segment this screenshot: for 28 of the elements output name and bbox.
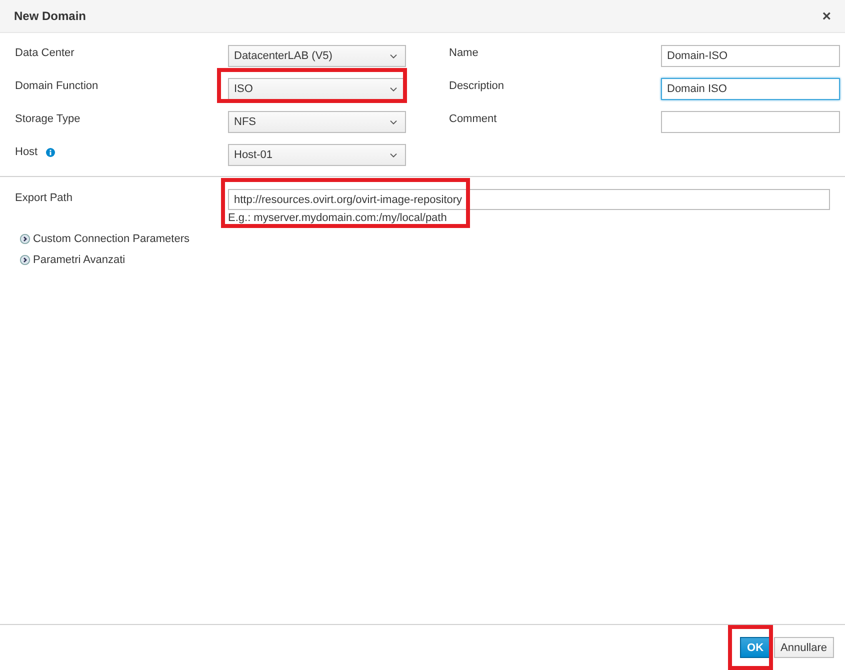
field-label: Storage Type — [15, 113, 80, 125]
field-label: Export Path — [15, 191, 74, 206]
field-label: Host — [15, 146, 38, 158]
caret-icon — [390, 152, 397, 158]
cancel-button[interactable]: Annullare — [774, 637, 834, 658]
dropdown[interactable]: DatacenterLAB (V5) — [228, 45, 406, 67]
dialog-title: New Domain — [14, 9, 86, 23]
dropdown[interactable]: ISO — [228, 78, 406, 100]
text-field[interactable]: Domain ISO — [661, 78, 840, 100]
caret-icon — [390, 86, 397, 92]
field-label: Name — [449, 47, 478, 59]
dropdown[interactable]: NFS — [228, 111, 406, 133]
caret-icon — [390, 54, 397, 58]
expand-icon — [20, 234, 30, 244]
field-label: Comment — [449, 113, 497, 125]
expand-icon — [20, 255, 30, 265]
caret-icon — [390, 120, 397, 124]
expander-link[interactable]: Parametri Avanzati — [20, 254, 830, 266]
expander-link[interactable]: Custom Connection Parameters — [20, 233, 830, 245]
close-button[interactable]: × — [822, 8, 831, 24]
field-label: Domain Function — [15, 80, 98, 92]
text-field[interactable]: http://resources.ovirt.org/ovirt-image-repository — [228, 189, 830, 210]
field-label: Description — [449, 80, 504, 92]
field-label: Data Center — [15, 47, 74, 59]
dropdown[interactable]: Host-01 — [228, 144, 406, 166]
text-field[interactable] — [661, 111, 840, 133]
hint-text: E.g.: myserver.mydomain.com:/my/local/path — [228, 211, 448, 224]
text-field[interactable]: Domain-ISO — [661, 45, 840, 67]
